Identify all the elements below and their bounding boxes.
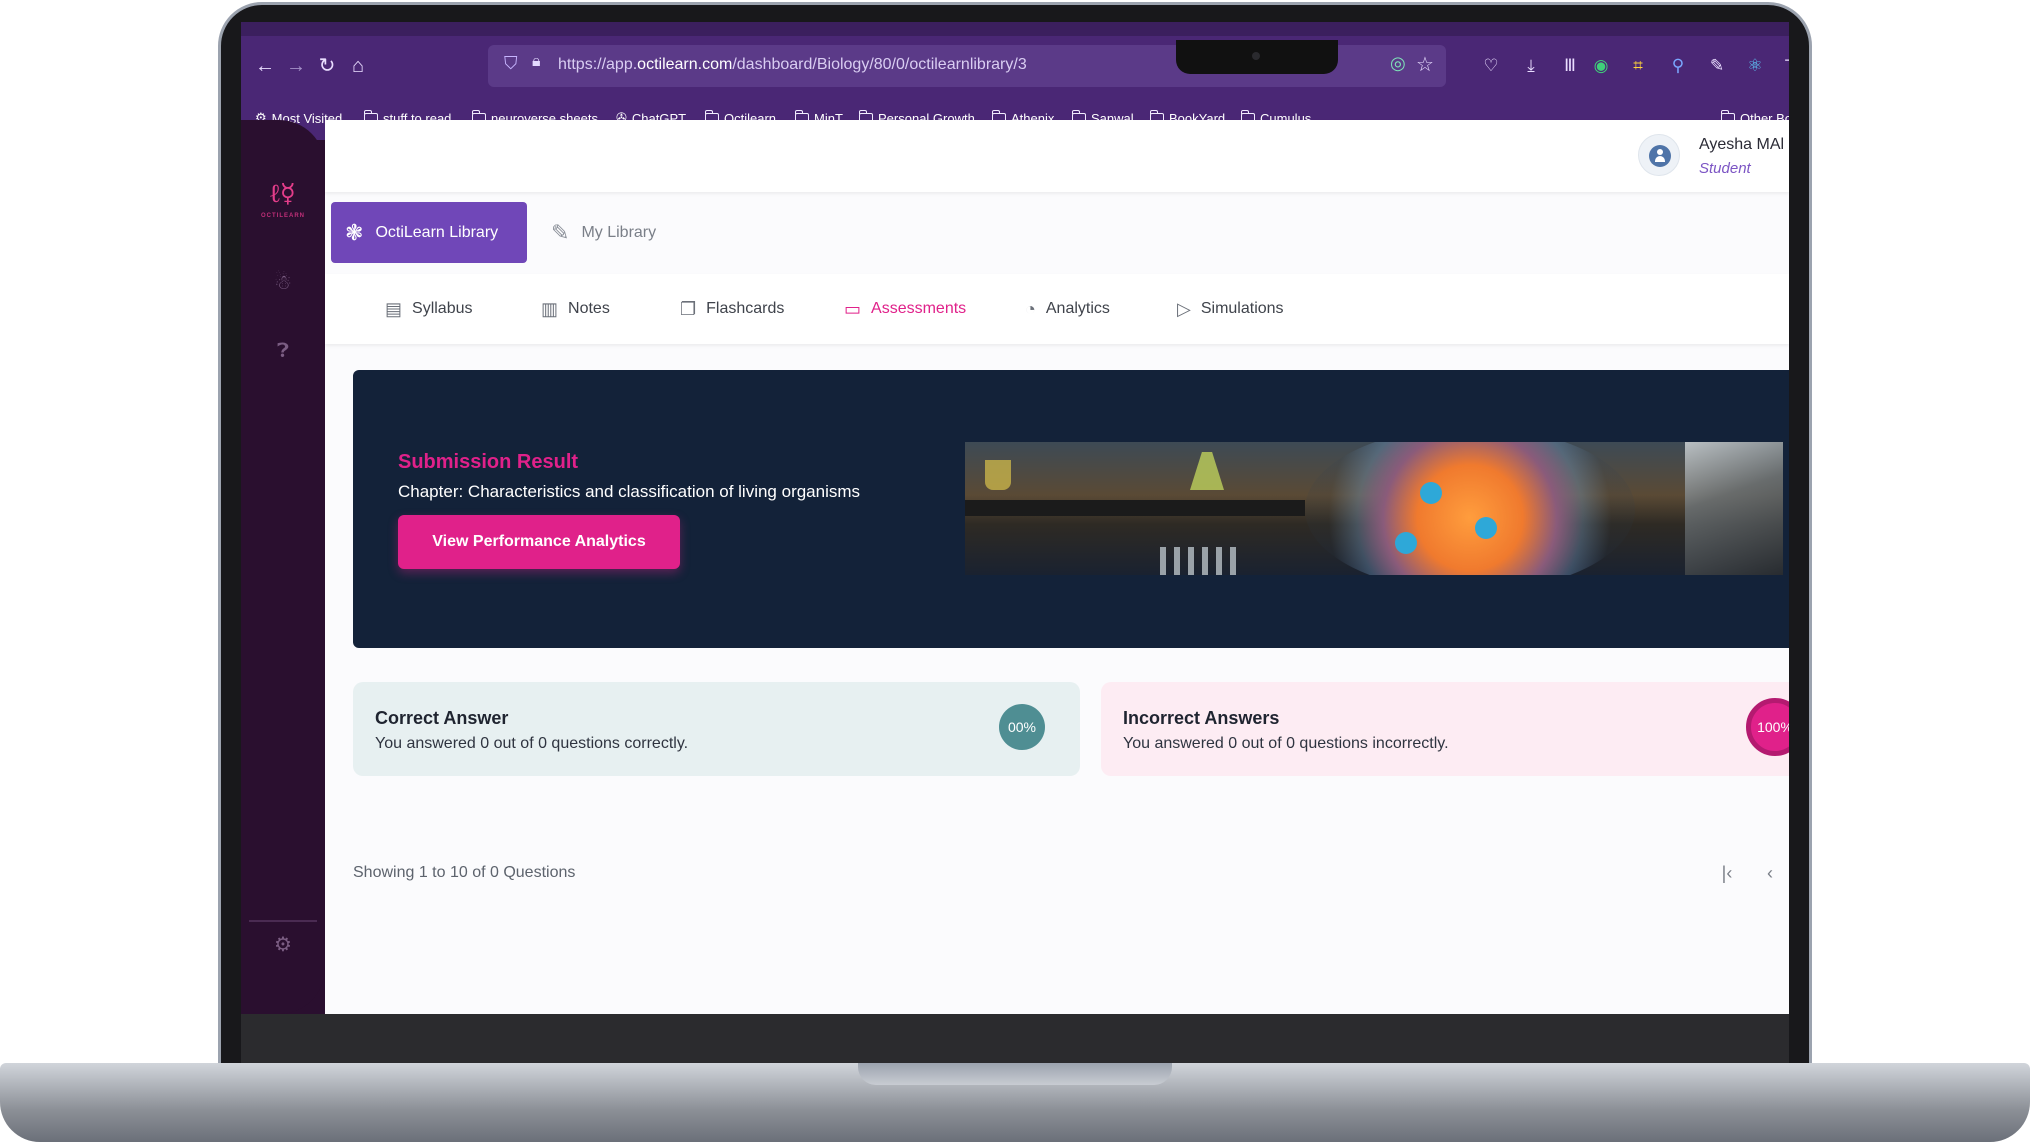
- incorrect-description: You answered 0 out of 0 questions incorr…: [1123, 735, 1449, 752]
- laboratory-illustration: [965, 442, 1783, 575]
- settings-icon[interactable]: ⚙: [270, 932, 296, 958]
- home-icon[interactable]: ⌂: [344, 52, 372, 80]
- edit-icon: ✎: [551, 219, 570, 245]
- correct-answers-card: Correct Answer You answered 0 out of 0 q…: [353, 682, 1080, 776]
- back-icon[interactable]: ←: [251, 52, 279, 80]
- section-tabs: ▤ Syllabus ▥ Notes ❐ Flashcards ▭ Assessment…: [325, 274, 1789, 344]
- tab-analytics[interactable]: ◔ Analytics: [1025, 296, 1110, 322]
- microscope-shape: [1685, 442, 1783, 575]
- notes-icon: ▥: [541, 298, 559, 319]
- laptop-chin: [241, 1014, 1789, 1063]
- screen: ← → ↻ ⌂ ⛉ 🔒︎ https://app.octilearn.com/d…: [241, 22, 1789, 1014]
- incorrect-answers-card: Incorrect Answers You answered 0 out of …: [1101, 682, 1789, 776]
- submission-result-banner: Submission Result Chapter: Characteristi…: [353, 370, 1789, 648]
- shield-icon[interactable]: ⛉: [504, 53, 518, 74]
- user-role: Student: [1699, 160, 1751, 177]
- lab-bench-shape: [965, 500, 1305, 516]
- tab-assessments[interactable]: ▭ Assessments: [844, 296, 966, 322]
- tab-notes[interactable]: ▥ Notes: [541, 296, 610, 322]
- search-extension-icon[interactable]: ⚲: [1665, 53, 1691, 79]
- url-text[interactable]: https://app.octilearn.com/dashboard/Biol…: [558, 56, 1027, 74]
- correct-percent-badge: 00%: [999, 704, 1045, 750]
- help-icon[interactable]: ❓︎: [270, 338, 296, 364]
- download-icon[interactable]: ⤓: [1518, 53, 1544, 79]
- first-page-icon[interactable]: |‹: [1714, 860, 1740, 886]
- tab-octilearn-library-label: OctiLearn Library: [375, 223, 499, 241]
- robot-icon[interactable]: ☃: [270, 270, 296, 296]
- pen-icon[interactable]: ✎: [1704, 53, 1730, 79]
- chapter-label: Chapter: Characteristics and classificat…: [398, 482, 861, 501]
- library-icon[interactable]: Ⅲ: [1557, 53, 1583, 79]
- camera-icon: [1252, 52, 1260, 60]
- pagination-status: Showing 1 to 10 of 0 Questions: [353, 864, 576, 881]
- tab-flashcards[interactable]: ❐ Flashcards: [680, 296, 784, 322]
- lock-icon[interactable]: 🔒︎: [532, 53, 541, 71]
- cell-sphere-shape: [1305, 442, 1635, 575]
- sidebar-divider: [249, 920, 317, 922]
- pocket-icon[interactable]: ♡: [1478, 53, 1504, 79]
- tab-my-library-label: My Library: [581, 223, 657, 241]
- incorrect-percent-badge: 100%: [1746, 698, 1789, 756]
- flashcards-icon: ❐: [680, 298, 697, 319]
- cell-spot-shape: [1475, 517, 1497, 539]
- tab-my-library[interactable]: ✎ My Library: [529, 202, 699, 263]
- octopus-icon: ❃: [345, 219, 364, 245]
- assessment-icon: ▭: [844, 298, 862, 319]
- app-header: Ayesha MAl Student: [325, 120, 1789, 192]
- previous-page-icon[interactable]: ‹: [1757, 860, 1783, 886]
- correct-description: You answered 0 out of 0 questions correc…: [375, 735, 689, 752]
- library-tabs: ❃ OctiLearn Library ✎ My Library: [325, 192, 1789, 274]
- cell-spot-shape: [1395, 532, 1417, 554]
- user-body-shape: [1655, 156, 1665, 162]
- view-performance-analytics-button[interactable]: View Performance Analytics: [398, 515, 680, 569]
- react-devtools-icon[interactable]: ⚛: [1742, 53, 1768, 79]
- grammarly-icon[interactable]: ◉: [1588, 53, 1614, 79]
- reload-icon[interactable]: ↻: [313, 52, 341, 80]
- bookmark-star-icon[interactable]: ☆: [1416, 52, 1434, 77]
- tab-simulations[interactable]: ▷ Simulations: [1177, 296, 1284, 322]
- browser-toolbar: ← → ↻ ⌂ ⛉ 🔒︎ https://app.octilearn.com/d…: [241, 36, 1789, 96]
- user-head-shape: [1657, 149, 1663, 155]
- forward-icon[interactable]: →: [282, 52, 310, 80]
- extension-icon[interactable]: ◎: [1390, 53, 1406, 74]
- app-main: Ayesha MAl Student ❃ OctiLearn Library ✎…: [325, 120, 1789, 1014]
- correct-title: Correct Answer: [375, 708, 509, 728]
- test-tubes-shape: [1160, 547, 1240, 575]
- crop-icon[interactable]: ⌗: [1625, 53, 1651, 79]
- camera-notch: [1176, 40, 1338, 74]
- avatar[interactable]: [1638, 134, 1680, 176]
- analytics-icon: ◔: [1025, 298, 1036, 319]
- tab-syllabus[interactable]: ▤ Syllabus: [385, 296, 473, 322]
- incorrect-title: Incorrect Answers: [1123, 708, 1280, 728]
- result-title: Submission Result: [398, 451, 579, 473]
- beaker-shape: [985, 460, 1011, 490]
- user-name[interactable]: Ayesha MAl: [1699, 136, 1784, 154]
- cell-spot-shape: [1420, 482, 1442, 504]
- syllabus-icon: ▤: [385, 298, 403, 319]
- play-icon: ▷: [1177, 298, 1191, 319]
- browser-tab-strip[interactable]: [241, 22, 1789, 36]
- octilearn-logo[interactable]: ℓ☿ OCTILEARN: [261, 175, 305, 219]
- font-icon[interactable]: T: [1777, 53, 1789, 79]
- flask-shape: [1190, 452, 1224, 490]
- laptop-hinge-notch: [858, 1063, 1172, 1085]
- app-sidebar: ℓ☿ OCTILEARN ☃ ❓︎ ⚙: [241, 120, 325, 1014]
- tab-octilearn-library[interactable]: ❃ OctiLearn Library: [331, 202, 527, 263]
